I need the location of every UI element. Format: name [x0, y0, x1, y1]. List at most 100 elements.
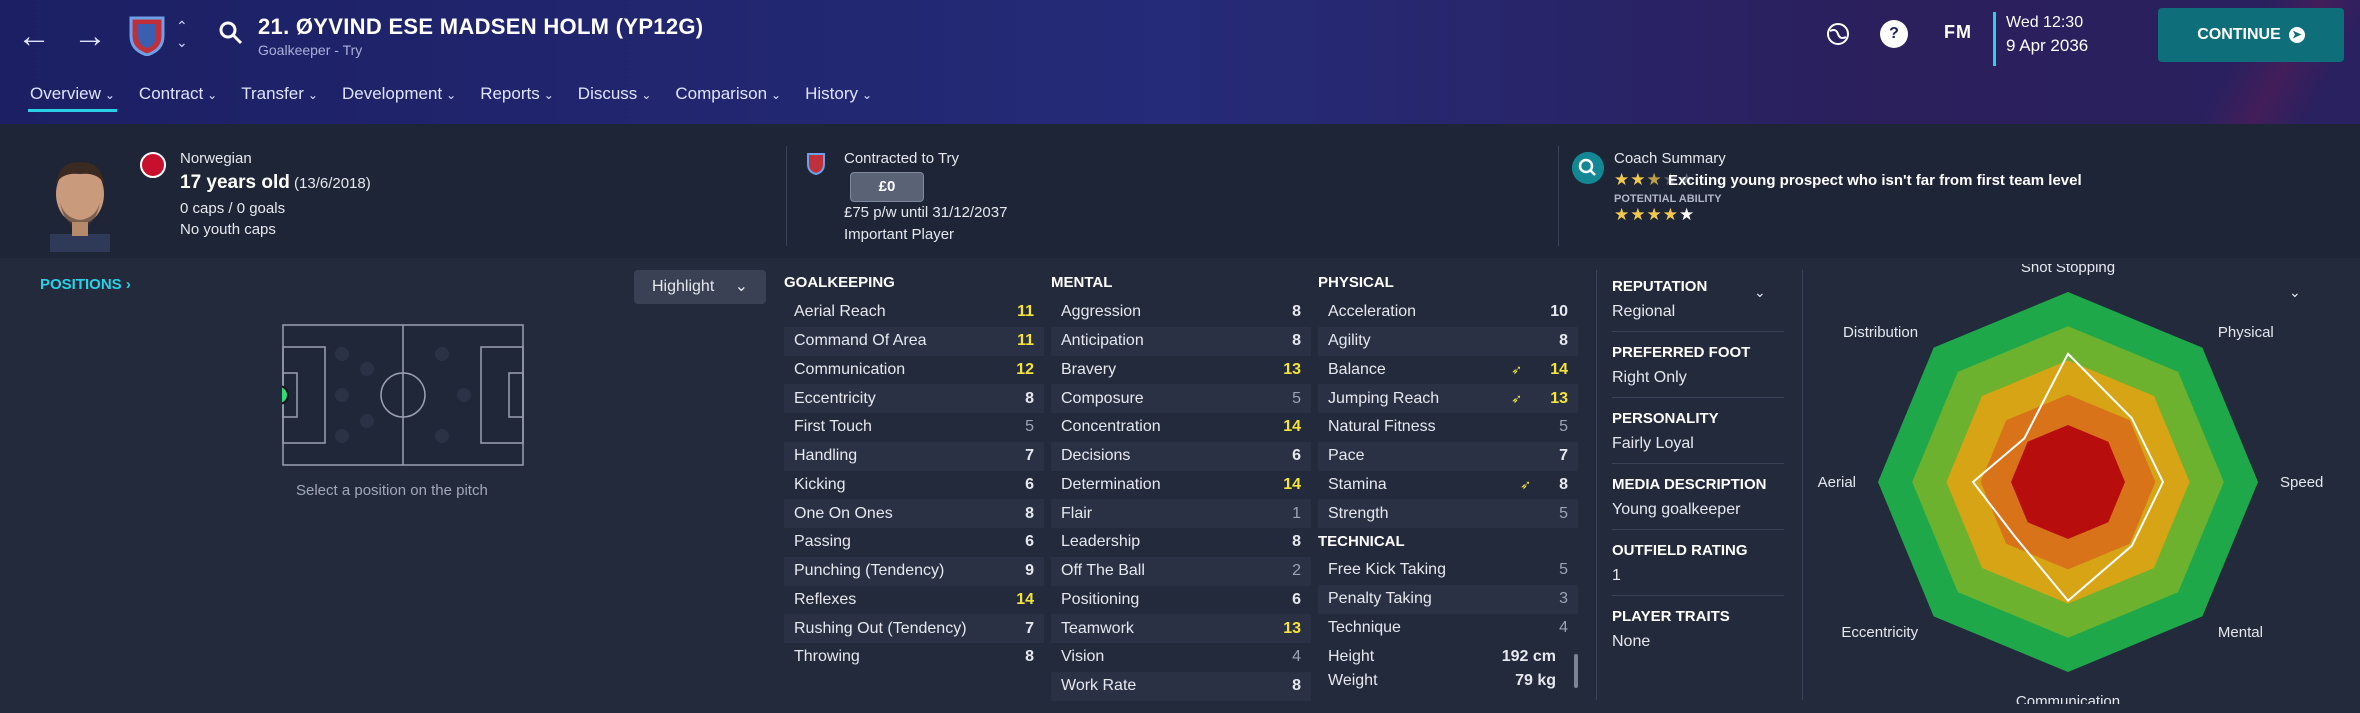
fm-logo[interactable]: FM	[1944, 22, 1972, 43]
attribute-row[interactable]: Off The Ball 2	[1051, 556, 1311, 586]
attribute-row[interactable]: Natural Fitness 5	[1318, 413, 1578, 442]
attribute-row[interactable]: Bravery 13	[1051, 356, 1311, 385]
attribute-row[interactable]: Composure 5	[1051, 384, 1311, 413]
chevron-down-icon[interactable]: ⌄	[1754, 284, 1766, 301]
attribute-row[interactable]: Reflexes 14	[784, 586, 1044, 615]
attribute-name: Stamina	[1328, 475, 1387, 493]
attribute-row[interactable]: Jumping Reach ➶ 13	[1318, 384, 1578, 413]
attribute-row[interactable]: Acceleration 10	[1318, 298, 1578, 327]
attribute-row[interactable]: Handling 7	[784, 441, 1044, 471]
tab-overview[interactable]: Overview ⌄	[18, 82, 127, 112]
attribute-name: Kicking	[794, 475, 846, 493]
date-accent-bar	[1993, 12, 1996, 66]
attribute-row[interactable]: Kicking 6	[784, 471, 1044, 500]
attribute-value-wrap: ➶ 14	[1511, 361, 1568, 379]
attribute-row[interactable]: Free Kick Taking 5	[1318, 556, 1578, 585]
attribute-row[interactable]: Throwing 8	[784, 643, 1044, 672]
search-icon[interactable]	[218, 20, 244, 46]
attribute-row[interactable]: Eccentricity 8	[784, 384, 1044, 413]
attribute-row[interactable]: Determination 14	[1051, 471, 1311, 500]
attribute-value-wrap: 7	[1559, 447, 1568, 465]
attribute-value: 10	[1550, 303, 1568, 321]
attribute-row[interactable]: Positioning 6	[1051, 586, 1311, 615]
attribute-row[interactable]: Teamwork 13	[1051, 614, 1311, 643]
attribute-row[interactable]: Technique 4	[1318, 614, 1578, 643]
attribute-row[interactable]: Agility 8	[1318, 326, 1578, 356]
attribute-row[interactable]: First Touch 5	[784, 413, 1044, 442]
attribute-row[interactable]: Vision 4	[1051, 643, 1311, 672]
attribute-row[interactable]: Passing 6	[784, 528, 1044, 557]
attributes-scrollbar[interactable]	[1574, 654, 1578, 688]
attribute-row[interactable]: Decisions 6	[1051, 441, 1311, 471]
attribute-value: 14	[1016, 590, 1034, 608]
attribute-row[interactable]: Leadership 8	[1051, 528, 1311, 557]
attribute-value: 6	[1025, 475, 1034, 493]
attribute-value-wrap: 14	[1283, 418, 1301, 436]
attribute-name: Concentration	[1061, 418, 1161, 436]
attribute-value-wrap: 7	[1025, 447, 1034, 465]
attribute-value: 8	[1292, 332, 1301, 350]
attribute-row[interactable]: Rushing Out (Tendency) 7	[784, 614, 1044, 643]
attribute-row[interactable]: Strength 5	[1318, 499, 1578, 528]
player-switch-icon[interactable]: ⌃ ⌄	[176, 18, 188, 50]
tab-comparison[interactable]: Comparison ⌄	[663, 82, 793, 112]
radar-axis-label: Communication	[2016, 693, 2120, 704]
chevron-down-icon: ⌄	[862, 88, 873, 102]
forward-arrow-icon[interactable]: →	[70, 16, 110, 56]
club-badge-icon[interactable]	[128, 14, 166, 56]
attribute-value: 8	[1559, 332, 1568, 350]
attribute-row[interactable]: Aerial Reach 11	[784, 298, 1044, 327]
attribute-row[interactable]: Concentration 14	[1051, 413, 1311, 442]
technical-heading: TECHNICAL	[1318, 533, 1405, 550]
improving-arrow-icon: ➶	[1520, 476, 1532, 492]
positions-link[interactable]: POSITIONS ›	[40, 276, 131, 293]
attribute-row[interactable]: Stamina ➶ 8	[1318, 471, 1578, 500]
height-row: Height 192 cm	[1318, 642, 1578, 671]
coach-search-icon[interactable]	[1572, 152, 1604, 184]
attribute-row[interactable]: Command Of Area 11	[784, 326, 1044, 356]
highlight-label: Highlight	[652, 278, 715, 295]
tab-contract[interactable]: Contract ⌄	[127, 82, 229, 112]
attribute-row[interactable]: One On Ones 8	[784, 499, 1044, 528]
attribute-row[interactable]: Penalty Taking 3	[1318, 584, 1578, 614]
highlight-dropdown[interactable]: Highlight ⌄	[634, 270, 766, 304]
attribute-row[interactable]: Pace 7	[1318, 441, 1578, 471]
attribute-row[interactable]: Aggression 8	[1051, 298, 1311, 327]
attribute-name: Flair	[1061, 504, 1093, 522]
attribute-name: Aggression	[1061, 303, 1142, 321]
pitch-diagram[interactable]	[282, 324, 524, 466]
attribute-value: 13	[1283, 360, 1301, 378]
help-icon[interactable]: ?	[1880, 20, 1908, 48]
attribute-value-wrap: 13	[1283, 361, 1301, 379]
attribute-name: Passing	[794, 533, 851, 551]
technical-rows: Free Kick Taking 5 Penalty Taking 3 Techniqu…	[1318, 556, 1578, 642]
attribute-row[interactable]: Punching (Tendency) 9	[784, 556, 1044, 586]
attribute-value: 9	[1025, 562, 1034, 580]
tab-history[interactable]: History ⌄	[793, 82, 884, 112]
attribute-value-wrap: 6	[1025, 476, 1034, 494]
attribute-row[interactable]: Communication 12	[784, 356, 1044, 385]
attribute-row[interactable]: Work Rate 8	[1051, 671, 1311, 701]
positions-title: POSITIONS	[40, 276, 122, 293]
continue-button[interactable]: CONTINUE ➤	[2158, 8, 2344, 62]
mental-heading: MENTAL	[1051, 274, 1113, 291]
attribute-name: Penalty Taking	[1328, 590, 1432, 608]
attribute-row[interactable]: Balance ➶ 14	[1318, 356, 1578, 385]
world-icon[interactable]	[1822, 18, 1854, 50]
age: 17 years old	[180, 172, 290, 193]
tab-discuss[interactable]: Discuss ⌄	[566, 82, 664, 112]
info-value: Right Only	[1612, 369, 1784, 398]
attribute-name: Rushing Out (Tendency)	[794, 619, 967, 637]
attribute-row[interactable]: Anticipation 8	[1051, 326, 1311, 356]
back-arrow-icon[interactable]: ←	[14, 16, 54, 56]
attribute-name: Aerial Reach	[794, 303, 886, 321]
tab-reports[interactable]: Reports ⌄	[468, 82, 566, 112]
tab-transfer[interactable]: Transfer ⌄	[229, 82, 330, 112]
attribute-name: Communication	[794, 360, 906, 378]
attribute-row[interactable]: Flair 1	[1051, 499, 1311, 528]
attribute-name: Technique	[1328, 618, 1401, 636]
chevron-down-icon[interactable]: ⌄	[2289, 284, 2301, 301]
panel-divider	[1596, 270, 1597, 700]
tab-development[interactable]: Development ⌄	[330, 82, 468, 112]
radar-ring	[2011, 425, 2125, 539]
